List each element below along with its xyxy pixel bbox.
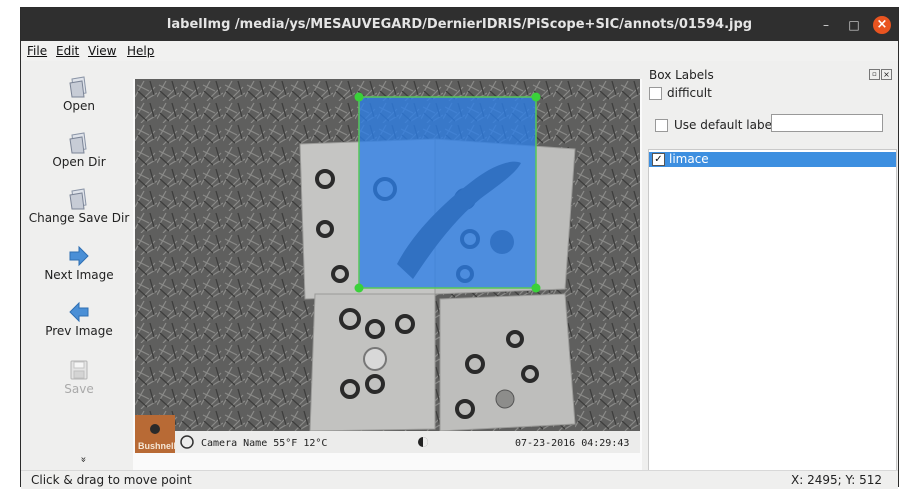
- status-message: Click & drag to move point: [31, 473, 192, 487]
- list-item[interactable]: ✓ limace: [649, 152, 896, 167]
- toolbar-more-button[interactable]: »: [78, 450, 89, 470]
- camera-info: Camera Name 55°F 12°C: [201, 438, 327, 449]
- save-button[interactable]: Save: [23, 358, 135, 396]
- status-bar: Click & drag to move point X: 2495; Y: 5…: [21, 470, 898, 489]
- menu-view[interactable]: View: [88, 44, 116, 60]
- photo-scene: Bushnell Camera Name 55°F 12°C 07-23-201…: [135, 79, 640, 453]
- prev-image-label: Prev Image: [45, 324, 113, 338]
- box-labels-panel: Box Labels ▫ × difficult Use default lab…: [645, 65, 897, 473]
- use-default-checkbox-box[interactable]: [655, 119, 668, 132]
- menu-edit[interactable]: Edit: [56, 44, 79, 60]
- open-button[interactable]: Open: [23, 75, 135, 113]
- menu-bar: File Edit View Help: [21, 41, 898, 61]
- open-icon: [69, 76, 87, 98]
- open-dir-button[interactable]: Open Dir: [23, 131, 135, 169]
- save-icon: [70, 360, 88, 380]
- arrow-right-icon: [69, 245, 89, 267]
- next-image-button[interactable]: Next Image: [23, 244, 135, 282]
- label-name: limace: [669, 152, 709, 166]
- application-window: labelImg /media/ys/MESAUVEGARD/DernierID…: [20, 7, 899, 489]
- open-label: Open: [62, 99, 96, 113]
- label-list[interactable]: ✓ limace: [648, 149, 897, 473]
- change-save-dir-icon: [69, 188, 87, 210]
- panel-title: Box Labels: [649, 68, 714, 82]
- menu-help[interactable]: Help: [127, 44, 154, 60]
- default-label-input[interactable]: [771, 114, 883, 132]
- window-title: labelImg /media/ys/MESAUVEGARD/DernierID…: [166, 17, 753, 32]
- change-save-dir-label: Change Save Dir: [28, 211, 130, 225]
- menu-file[interactable]: File: [27, 44, 47, 60]
- float-icon[interactable]: ▫: [869, 69, 880, 80]
- use-default-label-text: Use default label: [674, 118, 776, 132]
- close-button[interactable]: ×: [873, 16, 891, 34]
- title-bar[interactable]: labelImg /media/ys/MESAUVEGARD/DernierID…: [21, 8, 898, 41]
- close-panel-icon[interactable]: ×: [881, 69, 892, 80]
- change-save-dir-button[interactable]: Change Save Dir: [23, 187, 135, 225]
- label-checkbox-checked[interactable]: ✓: [652, 153, 665, 166]
- brand-logo: Bushnell: [138, 441, 176, 451]
- open-dir-label: Open Dir: [52, 155, 106, 169]
- menu-view-label: View: [88, 44, 117, 58]
- maximize-button[interactable]: □: [845, 16, 863, 34]
- save-label: Save: [64, 382, 94, 396]
- menu-edit-label: Edit: [56, 44, 80, 58]
- minimize-button[interactable]: –: [817, 16, 835, 34]
- timestamp: 07-23-2016 04:29:43: [515, 438, 629, 449]
- trail-camera-image[interactable]: Bushnell Camera Name 55°F 12°C 07-23-201…: [135, 79, 640, 453]
- open-dir-icon: [69, 132, 87, 154]
- prev-image-button[interactable]: Prev Image: [23, 300, 135, 338]
- menu-help-label: Help: [127, 44, 155, 58]
- arrow-left-icon: [69, 301, 89, 323]
- image-canvas[interactable]: Bushnell Camera Name 55°F 12°C 07-23-201…: [133, 79, 642, 473]
- cursor-coordinates: X: 2495; Y: 512: [791, 473, 882, 487]
- difficult-checkbox-box[interactable]: [649, 87, 662, 100]
- difficult-label: difficult: [667, 86, 712, 100]
- menu-file-label: File: [27, 44, 48, 58]
- next-image-label: Next Image: [44, 268, 114, 282]
